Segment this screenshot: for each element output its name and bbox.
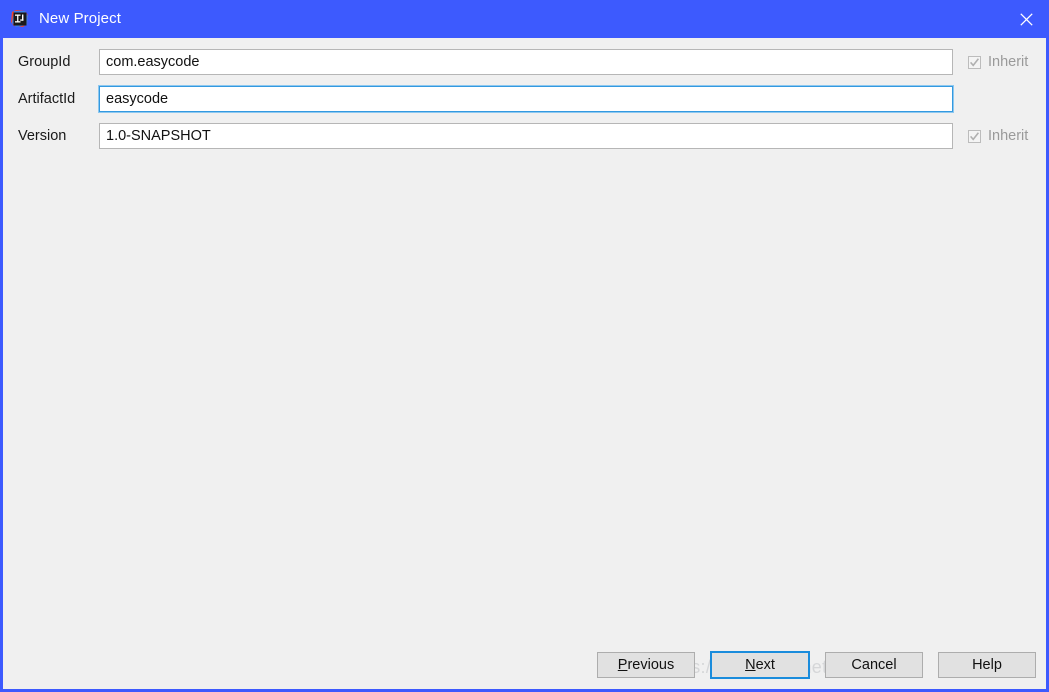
form-row-version: Version 1.0-SNAPSHOT Inherit — [3, 123, 1046, 149]
groupid-label: GroupId — [18, 54, 71, 70]
next-button[interactable]: Next — [710, 651, 810, 679]
previous-button-label: revious — [627, 657, 675, 673]
artifactid-input[interactable]: easycode — [99, 86, 953, 112]
artifactid-label: ArtifactId — [18, 91, 76, 107]
previous-button-mnemonic: P — [617, 657, 628, 673]
dialog-button-bar: Previous Next Cancel Help — [597, 651, 1036, 679]
cancel-button[interactable]: Cancel — [825, 652, 923, 678]
groupid-inherit-label: Inherit — [988, 54, 1029, 70]
title-bar: New Project — [0, 0, 1049, 38]
groupid-input[interactable]: com.easycode — [99, 49, 953, 75]
close-icon[interactable] — [1003, 0, 1049, 38]
checkbox-checked-icon — [968, 55, 981, 69]
version-inherit-label: Inherit — [988, 128, 1029, 144]
version-inherit-checkbox: Inherit — [968, 123, 1028, 149]
window-title: New Project — [39, 10, 121, 27]
cancel-button-label: Cancel — [851, 657, 897, 673]
next-button-mnemonic: N — [745, 657, 756, 673]
intellij-idea-logo-icon — [11, 10, 29, 28]
groupid-inherit-checkbox: Inherit — [968, 49, 1028, 75]
new-project-dialog: New Project GroupId com.easycode Inherit… — [0, 0, 1049, 692]
checkbox-checked-icon — [968, 129, 981, 143]
version-label: Version — [18, 128, 67, 144]
form-row-groupid: GroupId com.easycode Inherit — [3, 49, 1046, 75]
form-row-artifactid: ArtifactId easycode — [3, 86, 1046, 112]
next-button-label: ext — [755, 657, 775, 673]
previous-button[interactable]: Previous — [597, 652, 695, 678]
help-button-label: Help — [972, 657, 1002, 673]
maven-coordinates-form: GroupId com.easycode Inherit ArtifactId … — [3, 38, 1046, 160]
help-button[interactable]: Help — [938, 652, 1036, 678]
version-input[interactable]: 1.0-SNAPSHOT — [99, 123, 953, 149]
dialog-content: GroupId com.easycode Inherit ArtifactId … — [3, 38, 1046, 689]
